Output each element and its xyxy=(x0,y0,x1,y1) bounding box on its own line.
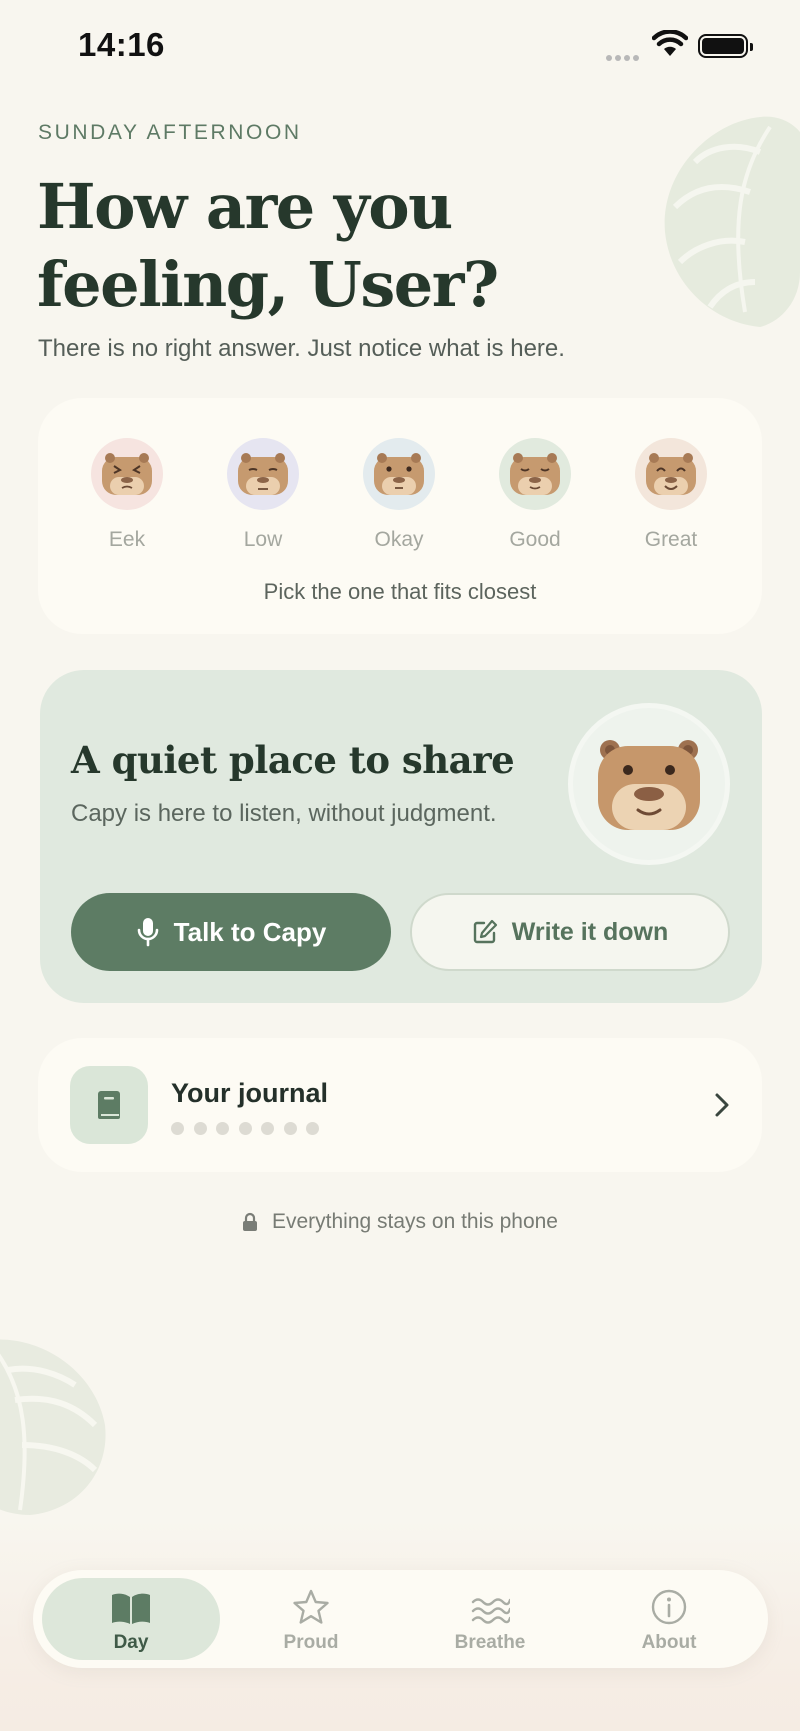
mood-option-good[interactable]: Good xyxy=(475,438,595,552)
mood-option-okay[interactable]: Okay xyxy=(339,438,459,552)
mood-label-good: Good xyxy=(509,528,561,551)
tab-day[interactable]: Day xyxy=(42,1578,220,1660)
capybara-content-icon xyxy=(510,453,560,495)
tab-about[interactable]: About xyxy=(580,1578,758,1660)
tab-about-label: About xyxy=(641,1632,697,1653)
share-card: A quiet place to share Capy is here to l… xyxy=(40,670,762,1003)
microphone-icon xyxy=(137,918,158,947)
monstera-leaf-decoration xyxy=(664,116,800,327)
book-open-icon xyxy=(112,1593,150,1624)
monstera-leaf-decoration xyxy=(0,1339,106,1515)
tab-breathe[interactable]: Breathe xyxy=(401,1578,579,1660)
page-title-line-1: How are you xyxy=(37,170,453,243)
write-it-down-label: Write it down xyxy=(511,917,669,946)
talk-to-capy-label: Talk to Capy xyxy=(173,916,327,947)
journal-card[interactable]: Your journal xyxy=(38,1038,762,1172)
mood-option-low[interactable]: Low xyxy=(203,438,323,552)
tab-proud[interactable]: Proud xyxy=(222,1578,400,1660)
journal-book-icon xyxy=(70,1066,148,1144)
capybara-wincing-icon xyxy=(102,453,152,495)
mood-label-okay: Okay xyxy=(374,528,424,551)
battery-icon xyxy=(698,34,753,58)
mood-picker-hint: Pick the one that fits closest xyxy=(263,579,537,604)
privacy-note-text: Everything stays on this phone xyxy=(271,1210,558,1233)
write-it-down-button[interactable]: Write it down xyxy=(410,893,730,971)
mood-option-eek[interactable]: Eek xyxy=(67,438,187,552)
capybara-neutral-icon xyxy=(374,453,424,495)
talk-to-capy-button[interactable]: Talk to Capy xyxy=(71,893,391,971)
tab-proud-label: Proud xyxy=(283,1632,339,1653)
tab-bar: Day Proud Breathe About xyxy=(33,1570,768,1668)
page-title-line-2: feeling, User? xyxy=(37,248,499,321)
waves-icon xyxy=(471,1598,510,1624)
privacy-note: Everything stays on this phone xyxy=(0,1210,800,1234)
share-card-subtitle: Capy is here to listen, without judgment… xyxy=(71,800,497,827)
tab-day-label: Day xyxy=(113,1632,149,1653)
status-time: 14:16 xyxy=(78,26,165,63)
chevron-right-icon xyxy=(715,1093,729,1117)
capybara-sad-icon xyxy=(238,453,288,495)
mood-option-great[interactable]: Great xyxy=(611,438,731,552)
mood-face-okay xyxy=(363,438,435,510)
star-icon xyxy=(293,1589,329,1624)
mood-face-great xyxy=(635,438,707,510)
capy-avatar xyxy=(568,703,730,865)
journal-title: Your journal xyxy=(171,1078,329,1108)
cellular-signal-icon xyxy=(606,48,642,66)
day-period-label: SUNDAY AFTERNOON xyxy=(38,121,302,144)
info-icon xyxy=(651,1589,687,1625)
mood-face-eek xyxy=(91,438,163,510)
journal-entry-dots xyxy=(171,1122,329,1140)
page-subtitle: There is no right answer. Just notice wh… xyxy=(38,335,565,362)
mood-label-eek: Eek xyxy=(108,528,146,551)
wifi-icon xyxy=(652,30,688,56)
tab-breathe-label: Breathe xyxy=(454,1632,526,1653)
capybara-happy-icon xyxy=(646,453,696,495)
mood-face-good xyxy=(499,438,571,510)
mood-face-low xyxy=(227,438,299,510)
lock-icon xyxy=(242,1212,257,1231)
mood-label-low: Low xyxy=(243,528,283,551)
mood-label-great: Great xyxy=(644,528,698,551)
share-card-title: A quiet place to share xyxy=(71,738,515,782)
page-title: How are you feeling, User? xyxy=(37,168,597,324)
status-bar: 14:16 xyxy=(0,0,800,92)
capybara-mascot-icon xyxy=(598,740,700,830)
compose-icon xyxy=(473,919,497,944)
mood-picker-card: Eek Low Okay Good Great Pick the one tha… xyxy=(38,398,762,634)
